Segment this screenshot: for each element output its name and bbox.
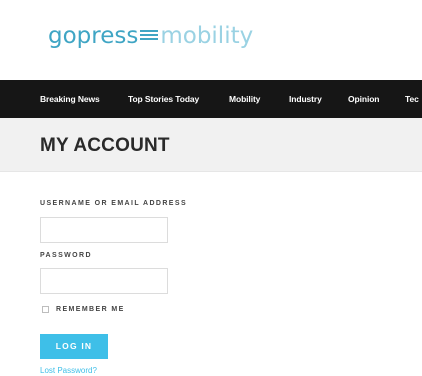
nav-item-top-stories-today[interactable]: Top Stories Today: [128, 80, 199, 118]
nav-item-technology[interactable]: Tec: [405, 80, 419, 118]
password-label: PASSWORD: [40, 252, 92, 259]
logo-stripes-icon: [140, 30, 159, 42]
main-navigation: Breaking News Top Stories Today Mobility…: [0, 80, 422, 118]
username-input[interactable]: [40, 217, 168, 243]
username-label: USERNAME OR EMAIL ADDRESS: [40, 200, 188, 207]
logo-text-mobility: mobility: [160, 23, 254, 49]
nav-item-industry[interactable]: Industry: [289, 80, 322, 118]
password-input[interactable]: [40, 268, 168, 294]
nav-item-opinion[interactable]: Opinion: [348, 80, 380, 118]
nav-item-mobility[interactable]: Mobility: [229, 80, 260, 118]
lost-password-link[interactable]: Lost Password?: [40, 366, 97, 376]
site-logo[interactable]: gopress mobility: [48, 20, 253, 52]
page-title: MY ACCOUNT: [40, 135, 170, 156]
login-button[interactable]: LOG IN: [40, 334, 108, 359]
logo-text-gopress: gopress: [48, 23, 139, 49]
remember-me-label: REMEMBER ME: [56, 306, 125, 313]
remember-me-checkbox[interactable]: [42, 306, 49, 313]
nav-item-breaking-news[interactable]: Breaking News: [40, 80, 100, 118]
remember-me-row[interactable]: REMEMBER ME: [42, 306, 125, 313]
